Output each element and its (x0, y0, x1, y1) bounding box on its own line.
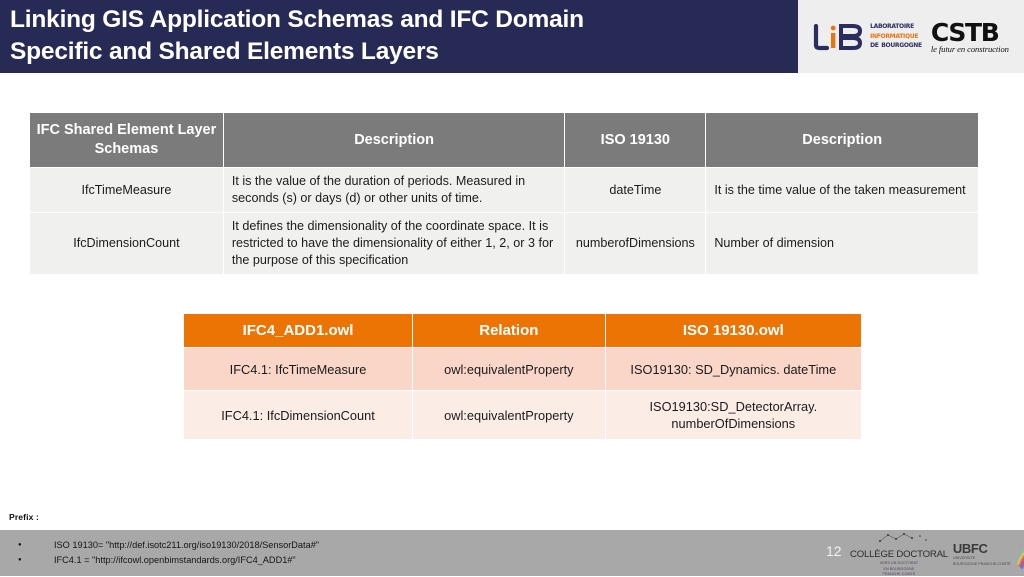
cell-iso-description: Number of dimension (706, 213, 978, 274)
table-row: IfcTimeMeasure It is the value of the du… (30, 168, 978, 212)
prefix-list: ISO 19130= "http://def.isotc211.org/iso1… (18, 538, 319, 567)
ubfc-sub-2: BOURGOGNE FRANCHE-COMTÉ (952, 561, 1011, 566)
column-header-ifc4-owl: IFC4_ADD1.owl (184, 314, 413, 347)
column-header-ifc-schemas: IFC Shared Element Layer Schemas (30, 113, 223, 167)
table-row: IfcDimensionCount It defines the dimensi… (30, 213, 978, 274)
lib-logo: Laboratoire Informatique de Bourgogne (813, 22, 922, 51)
cell-iso-property: ISO19130: SD_Dynamics. dateTime (605, 348, 861, 390)
ubfc-wordmark-group: UBFC UNIVERSITÉ BOURGOGNE FRANCHE-COMTÉ (953, 542, 1011, 566)
lib-logo-wordmark: Laboratoire Informatique de Bourgogne (870, 22, 922, 51)
page-title: Linking GIS Application Schemas and IFC … (10, 5, 584, 65)
header-logo-panel: Laboratoire Informatique de Bourgogne CS… (798, 0, 1024, 73)
column-header-iso-owl: ISO 19130.owl (605, 314, 861, 347)
owl-mapping-table: IFC4_ADD1.owl Relation ISO 19130.owl IFC… (183, 313, 862, 440)
cstb-wordmark: CSTB (930, 17, 1000, 47)
cstb-logo: CSTB le futur en construction (931, 20, 1009, 54)
cell-ifc-term: IfcTimeMeasure (30, 168, 223, 212)
cell-ifc-property: IFC4.1: IfcDimensionCount (184, 391, 413, 439)
table-header-row: IFC4_ADD1.owl Relation ISO 19130.owl (184, 314, 861, 347)
ubfc-wordmark: UBFC (952, 540, 988, 556)
cell-ifc-property: IFC4.1: IfcTimeMeasure (184, 348, 413, 390)
cell-iso-term: dateTime (565, 168, 706, 212)
ifc-iso-comparison-table: IFC Shared Element Layer Schemas Descrip… (29, 112, 979, 275)
lib-line-3: de Bourgogne (870, 40, 922, 51)
ubfc-logo: UBFC UNIVERSITÉ BOURGOGNE FRANCHE-COMTÉ (953, 538, 1024, 570)
cell-iso-property: ISO19130:SD_DetectorArray. numberOfDimen… (605, 391, 861, 439)
list-item: ISO 19130= "http://def.isotc211.org/iso1… (18, 538, 319, 553)
cstb-tagline: le futur en construction (930, 43, 1009, 54)
list-item: IFC4.1 = "http://ifcowl.openbimstandards… (18, 553, 319, 568)
column-header-iso-19130: ISO 19130 (565, 113, 706, 167)
college-doctoral-sub-2: EN BOURGOGNE (883, 566, 915, 571)
slide-title-bar: Linking GIS Application Schemas and IFC … (0, 0, 798, 73)
cell-ifc-description: It is the value of the duration of perio… (223, 168, 565, 212)
page-number: 12 (826, 543, 842, 559)
table-header-row: IFC Shared Element Layer Schemas Descrip… (30, 113, 978, 167)
column-header-ifc-description: Description (223, 113, 565, 167)
cell-relation: owl:equivalentProperty (413, 348, 605, 390)
ubfc-ribbon-icon (1015, 548, 1024, 570)
college-doctoral-wordmark: COLLÈGE DOCTORAL (850, 549, 948, 561)
cell-iso-term: numberofDimensions (565, 213, 706, 274)
college-doctoral-logo: COLLÈGE DOCTORAL VERS UN DOCTORAT EN BOU… (850, 531, 948, 576)
cell-ifc-term: IfcDimensionCount (30, 213, 223, 274)
table-row: IFC4.1: IfcDimensionCount owl:equivalent… (184, 391, 861, 439)
cell-relation: owl:equivalentProperty (413, 391, 605, 439)
column-header-iso-description: Description (706, 113, 978, 167)
table-row: IFC4.1: IfcTimeMeasure owl:equivalentPro… (184, 348, 861, 390)
footer-logo-group: COLLÈGE DOCTORAL VERS UN DOCTORAT EN BOU… (850, 531, 1024, 576)
constellation-icon (878, 533, 927, 543)
prefix-label: Prefix : (9, 512, 39, 522)
ubfc-sub-1: UNIVERSITÉ (952, 555, 976, 560)
lib-monogram-icon (814, 23, 863, 50)
column-header-relation: Relation (413, 314, 605, 347)
cell-ifc-description: It defines the dimensionality of the coo… (223, 213, 565, 274)
college-doctoral-sub-1: VERS UN DOCTORAT (879, 561, 919, 566)
cell-iso-description: It is the time value of the taken measur… (706, 168, 978, 212)
